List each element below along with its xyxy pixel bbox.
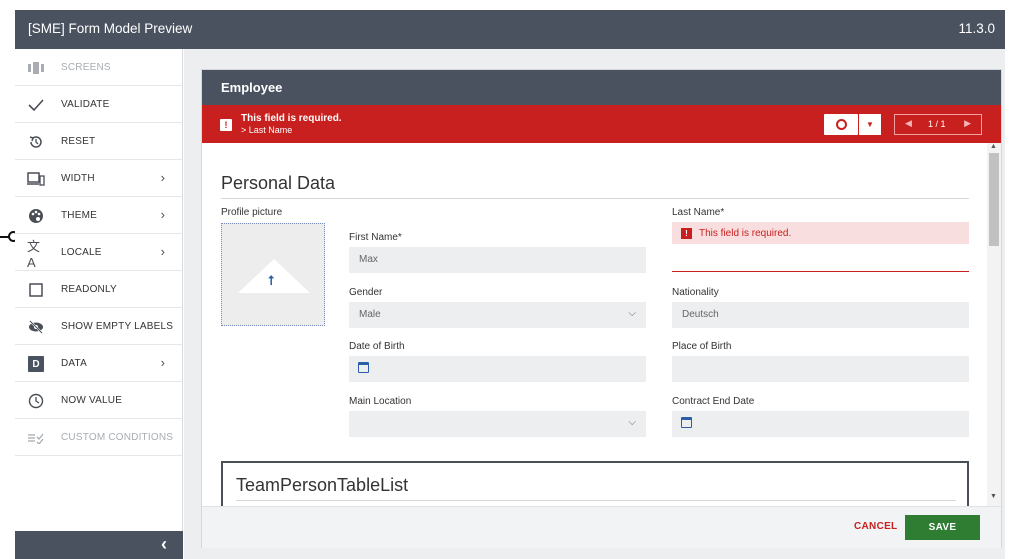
error-icon: !	[220, 119, 232, 131]
chevron-right-icon: ›	[160, 170, 165, 185]
sidebar-item-label: SHOW EMPTY LABELS	[61, 321, 174, 332]
sidebar-item-label: SCREENS	[61, 62, 111, 73]
gender-label: Gender	[349, 287, 383, 298]
upload-icon: ⭡	[268, 273, 275, 288]
nationality-label: Nationality	[672, 287, 719, 298]
caret-down-icon: ▼	[866, 120, 874, 129]
screens-icon	[27, 59, 45, 77]
save-button[interactable]: SAVE	[905, 515, 980, 540]
sidebar-item-label: READONLY	[61, 284, 117, 295]
table-divider	[236, 500, 956, 501]
form-panel: Employee ! This field is required. > Las…	[201, 69, 1002, 548]
section-divider	[221, 198, 969, 199]
first-name-label: First Name*	[349, 232, 402, 243]
chevron-down-icon: ⌵	[628, 308, 636, 319]
contract-end-date-input[interactable]	[672, 411, 969, 437]
translate-icon: 文A	[27, 239, 41, 270]
sidebar: SCREENS VALIDATE RESET WIDTH › THEME › 文…	[15, 49, 183, 559]
sidebar-item-label: WIDTH	[61, 173, 95, 184]
sidebar-item-label: VALIDATE	[61, 99, 110, 110]
error-field-link[interactable]: > Last Name	[241, 125, 292, 135]
app-root: [SME] Form Model Preview 11.3.0 SCREENS …	[0, 0, 1014, 559]
panel-title: Employee	[221, 80, 283, 95]
chevron-right-icon: ›	[160, 244, 165, 259]
profile-picture-label: Profile picture	[221, 207, 283, 218]
sidebar-collapse-button[interactable]: ‹	[15, 531, 183, 559]
panel-header: Employee	[202, 70, 1001, 105]
error-pager: ◀ 1 / 1 ▶	[894, 114, 982, 135]
sidebar-item-locale[interactable]: 文A LOCALE ›	[15, 234, 183, 271]
palette-icon	[27, 207, 45, 225]
place-of-birth-label: Place of Birth	[672, 341, 732, 352]
form-scroll-area: Personal Data Profile picture ⭡ First Na…	[202, 143, 1001, 506]
check-icon	[27, 96, 45, 114]
cancel-button[interactable]: CANCEL	[854, 521, 897, 532]
sidebar-item-label: LOCALE	[61, 247, 102, 258]
sidebar-item-label: DATA	[61, 358, 87, 369]
error-bar: ! This field is required. > Last Name ▼ …	[202, 105, 1001, 143]
scroll-down-icon[interactable]: ▼	[990, 493, 997, 500]
error-dropdown-button[interactable]: ▼	[859, 114, 881, 135]
prev-error-button[interactable]: ◀	[905, 118, 912, 129]
last-name-error: ! This field is required.	[672, 222, 969, 244]
sidebar-item-readonly[interactable]: READONLY	[15, 271, 183, 308]
chevron-right-icon: ›	[160, 207, 165, 222]
last-name-input[interactable]	[672, 246, 969, 272]
eye-off-icon	[27, 318, 45, 336]
nationality-input[interactable]: Deutsch	[672, 302, 969, 328]
place-of-birth-input[interactable]	[672, 356, 969, 382]
panel-footer: CANCEL SAVE	[202, 506, 1001, 548]
sidebar-item-label: CUSTOM CONDITIONS	[61, 432, 174, 443]
chevron-right-icon: ›	[160, 355, 165, 370]
sidebar-item-show-empty-labels[interactable]: SHOW EMPTY LABELS	[15, 308, 183, 345]
error-icon: !	[681, 228, 692, 239]
gender-select[interactable]: Male ⌵	[349, 302, 646, 328]
scroll-up-icon[interactable]: ▲	[990, 143, 997, 150]
table-title: TeamPersonTableList	[236, 475, 409, 495]
last-name-label: Last Name*	[672, 207, 725, 218]
sidebar-item-width[interactable]: WIDTH ›	[15, 160, 183, 197]
sidebar-item-label: NOW VALUE	[61, 395, 123, 406]
sidebar-item-label: THEME	[61, 210, 97, 221]
chevron-left-icon: ‹	[161, 534, 167, 554]
sidebar-item-theme[interactable]: THEME ›	[15, 197, 183, 234]
sidebar-item-validate[interactable]: VALIDATE	[15, 86, 183, 123]
sidebar-item-now-value[interactable]: NOW VALUE	[15, 382, 183, 419]
next-error-button[interactable]: ▶	[964, 118, 971, 129]
first-name-input[interactable]: Max	[349, 247, 646, 273]
error-pager-count: 1 / 1	[928, 119, 946, 129]
app-title: [SME] Form Model Preview	[28, 21, 193, 36]
sidebar-item-data[interactable]: D DATA ›	[15, 345, 183, 382]
date-of-birth-input[interactable]	[349, 356, 646, 382]
form-scrollbar[interactable]: ▲ ▼	[987, 143, 1001, 506]
calendar-icon[interactable]	[681, 417, 692, 428]
sidebar-item-screens[interactable]: SCREENS	[15, 49, 183, 86]
section-title: Personal Data	[221, 173, 336, 193]
main-location-select[interactable]: ⌵	[349, 411, 646, 437]
locate-error-button[interactable]	[824, 114, 858, 135]
calendar-icon[interactable]	[358, 362, 369, 373]
data-icon: D	[27, 355, 45, 373]
team-person-table: TeamPersonTableList	[221, 461, 969, 506]
top-bar: [SME] Form Model Preview 11.3.0	[15, 10, 1005, 49]
target-icon	[835, 119, 847, 130]
app-version: 11.3.0	[958, 21, 995, 36]
profile-picture-upload[interactable]: ⭡	[221, 223, 325, 326]
sidebar-item-custom-conditions[interactable]: CUSTOM CONDITIONS	[15, 419, 183, 456]
conditions-icon	[27, 429, 45, 447]
date-of-birth-label: Date of Birth	[349, 341, 405, 352]
scrollbar-thumb[interactable]	[989, 153, 999, 246]
contract-end-date-label: Contract End Date	[672, 396, 755, 407]
main-location-label: Main Location	[349, 396, 412, 407]
error-message: This field is required.	[241, 113, 342, 124]
reset-icon	[27, 133, 45, 151]
chevron-down-icon: ⌵	[628, 417, 636, 428]
devices-icon	[27, 170, 45, 188]
checkbox-icon	[27, 281, 45, 299]
sidebar-item-label: RESET	[61, 136, 96, 147]
sidebar-item-reset[interactable]: RESET	[15, 123, 183, 160]
clock-icon	[27, 392, 45, 410]
